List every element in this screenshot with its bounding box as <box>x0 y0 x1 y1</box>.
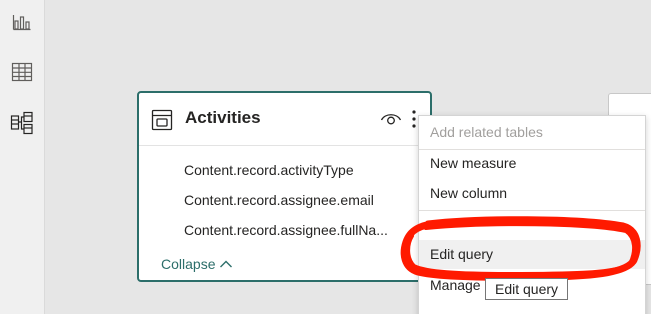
model-canvas[interactable]: Activities Content.record.activityType C… <box>0 0 651 314</box>
menu-item-add-related-tables: Add related tables <box>430 124 543 140</box>
tooltip: Edit query <box>485 278 569 300</box>
eye-icon[interactable] <box>380 111 402 132</box>
field-item[interactable]: Content.record.assignee.email <box>184 192 374 208</box>
menu-item-new-measure[interactable]: New measure <box>419 149 645 178</box>
table-grid-icon <box>11 62 33 82</box>
table-title: Activities <box>185 108 261 127</box>
table-card-activities[interactable]: Activities Content.record.activityType C… <box>137 91 432 282</box>
menu-item-new-column[interactable]: New column <box>419 179 645 208</box>
more-options-icon[interactable] <box>411 109 417 134</box>
table-icon <box>151 109 173 136</box>
field-item[interactable]: Content.record.activityType <box>184 162 354 178</box>
view-switcher-rail <box>0 0 45 314</box>
collapse-label: Collapse <box>161 256 216 272</box>
model-view-button[interactable] <box>4 105 40 141</box>
field-item[interactable]: Content.record.assignee.fullNa... <box>184 222 388 238</box>
collapse-button[interactable]: Collapse <box>161 256 233 272</box>
model-diagram-icon <box>10 111 34 135</box>
report-view-button[interactable] <box>4 4 40 40</box>
bar-chart-icon <box>12 12 32 32</box>
highlight-annotation <box>400 216 641 281</box>
menu-divider <box>419 210 645 211</box>
chevron-up-icon <box>219 256 233 272</box>
data-view-button[interactable] <box>4 54 40 90</box>
table-card-header: Activities <box>139 93 430 146</box>
